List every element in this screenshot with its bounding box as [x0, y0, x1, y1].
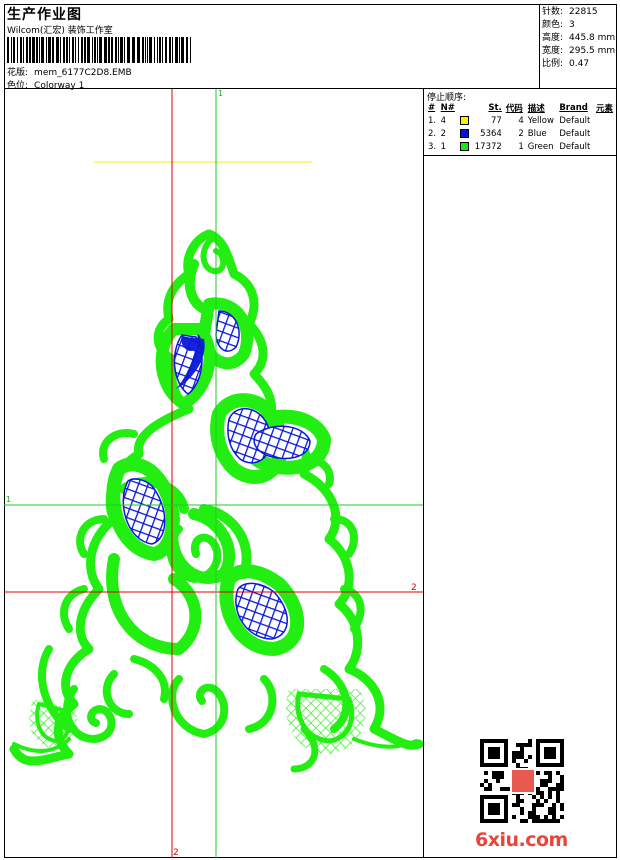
table-header-row: # N# St. 代码 描述 Brand 元素: [428, 102, 613, 114]
design-file-line: 花版: mem_6177C2D8.EMB: [7, 65, 132, 78]
stop-sequence-table: # N# St. 代码 描述 Brand 元素 1. 4 77 4 Yellow…: [426, 101, 616, 153]
axis-label-v-top: 1: [218, 89, 223, 98]
watermark-text: 6xiu.com: [475, 829, 568, 851]
table-row: 2. 2 5364 2 Blue Default: [428, 128, 591, 139]
stats-box: 针数: 22815 颜色: 3 高度: 445.8 mm 宽度: 295.5 mm 比例…: [540, 4, 617, 89]
watermark: 6xiu.com: [475, 829, 568, 851]
company-name: Wilcom(汇宏) 装饰工作室: [7, 26, 113, 36]
yellow-swatch: [459, 115, 469, 125]
table-row: 1. 4 77 4 Yellow Default: [428, 115, 591, 126]
stat-height: 高度: 445.8 mm: [542, 33, 616, 43]
barcode: [7, 37, 193, 63]
stat-colors: 颜色: 3: [542, 20, 575, 30]
axis-label-h-left: 1: [6, 495, 11, 504]
table-row: 3. 1 17372 1 Green Default: [428, 141, 591, 152]
stat-width: 宽度: 295.5 mm: [542, 46, 616, 56]
embroidery-design: 1 1 2 2: [4, 89, 423, 858]
axis-label-v-bottom: 2: [173, 848, 179, 858]
stat-scale: 比例: 0.47: [542, 59, 590, 69]
stop-sequence-panel: 停止顺序: # N# St. 代码 描述 Brand 元素 1. 4 77 4 …: [424, 89, 617, 156]
design-value: mem_6177C2D8.EMB: [34, 68, 132, 78]
seal-stamp: [510, 768, 536, 794]
stat-stitches: 针数: 22815: [542, 7, 598, 17]
green-swatch: [459, 141, 469, 151]
blue-swatch: [459, 128, 469, 138]
page-title: 生产作业图: [7, 7, 82, 23]
embroidery-canvas: 1 1 2 2: [4, 89, 424, 858]
design-label: 花版:: [7, 68, 29, 78]
axis-label-h-right: 2: [411, 583, 417, 593]
header: 生产作业图 Wilcom(汇宏) 装饰工作室 花版: mem_6177C2D8.E…: [4, 4, 540, 91]
